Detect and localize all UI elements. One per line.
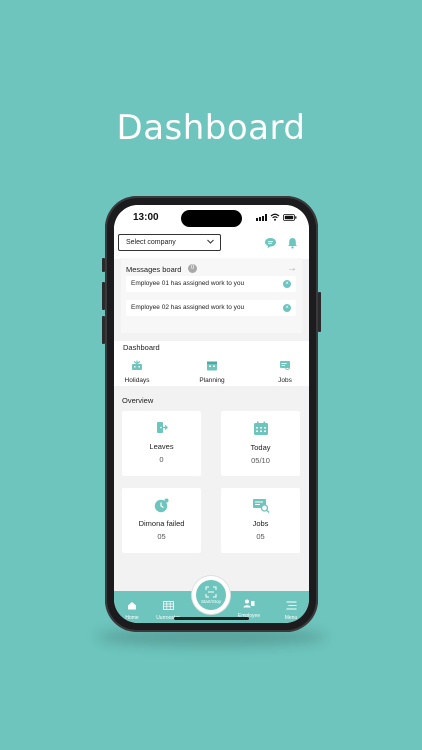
overview-card-value: 05 bbox=[256, 532, 265, 541]
overview-card-icon-wrap bbox=[221, 498, 300, 518]
wifi-icon bbox=[270, 213, 280, 221]
overview-card-icon-wrap bbox=[122, 421, 201, 439]
home-indicator bbox=[174, 617, 249, 620]
chevron-down-icon bbox=[207, 239, 214, 244]
overview-card-title: Leaves bbox=[149, 442, 174, 451]
calendar-icon bbox=[253, 421, 268, 435]
power-button bbox=[318, 292, 321, 332]
start-stop-button[interactable]: Start/Stop bbox=[192, 576, 230, 614]
overview-card-value: 0 bbox=[159, 455, 164, 464]
dashboard-item-jobs[interactable]: Jobs bbox=[274, 358, 296, 384]
jobs-icon bbox=[280, 361, 290, 370]
home-icon bbox=[128, 602, 136, 610]
overview-card-dimona-failed[interactable]: Dimona failed 05 bbox=[122, 488, 201, 553]
dashboard-item-planning[interactable]: Planning bbox=[197, 358, 227, 384]
overview-card-leaves[interactable]: Leaves 0 bbox=[122, 411, 201, 476]
promo-title: Dashboard bbox=[116, 108, 306, 148]
overview-card-icon-wrap bbox=[221, 421, 300, 441]
company-select-value: Select company bbox=[126, 239, 176, 246]
message-text: Employee 01 has assigned work to you bbox=[131, 280, 245, 287]
scan-icon bbox=[205, 586, 217, 598]
bell-icon[interactable] bbox=[287, 237, 298, 249]
dashboard-item-label: Planning bbox=[199, 377, 225, 384]
status-time: 13:00 bbox=[133, 212, 159, 223]
job-search-icon bbox=[252, 499, 270, 514]
planning-icon bbox=[207, 361, 217, 371]
overview-card-title: Jobs bbox=[252, 519, 269, 528]
dashboard-title: Dashboard bbox=[123, 343, 160, 352]
dynamic-island bbox=[181, 210, 242, 227]
messages-count-badge: 0 bbox=[188, 264, 197, 273]
start-stop-label: Start/Stop bbox=[200, 599, 221, 604]
messages-board-card: Messages board 0 → Employee 01 has assig… bbox=[121, 258, 302, 333]
overview-card-title: Dimona failed bbox=[138, 519, 185, 528]
arrow-right-icon[interactable]: → bbox=[287, 263, 297, 274]
volume-up-button bbox=[102, 282, 105, 310]
close-icon[interactable]: × bbox=[283, 304, 291, 312]
volume-down-button bbox=[102, 316, 105, 344]
status-bar: 13:00 bbox=[114, 205, 309, 231]
dashboard-section: Dashboard Holidays Planning Jobs bbox=[114, 341, 309, 386]
clock-icon bbox=[154, 498, 169, 513]
dashboard-item-holidays[interactable]: Holidays bbox=[123, 358, 151, 384]
nav-item-home[interactable]: Home bbox=[121, 597, 143, 621]
nav-item-label: Menu bbox=[284, 615, 298, 621]
nav-item-menu[interactable]: Menu bbox=[281, 597, 301, 621]
holidays-icon bbox=[132, 360, 142, 370]
overview-title: Overview bbox=[122, 396, 154, 405]
dashboard-item-label: Holidays bbox=[124, 377, 150, 384]
leaves-icon bbox=[157, 422, 168, 433]
nav-item-employee[interactable]: Employee bbox=[234, 595, 264, 619]
close-icon[interactable]: × bbox=[283, 280, 291, 288]
signal-icon bbox=[256, 214, 267, 221]
schedule-icon bbox=[162, 601, 174, 610]
employee-icon bbox=[243, 599, 255, 608]
overview-card-icon-wrap bbox=[122, 498, 201, 518]
app-header: Select company bbox=[114, 231, 309, 259]
overview-card-title: Today bbox=[250, 443, 271, 452]
status-icons bbox=[256, 213, 297, 221]
start-stop-button-inner: Start/Stop bbox=[196, 580, 226, 610]
message-item[interactable]: Employee 02 has assigned work to you × bbox=[126, 300, 296, 316]
overview-card-today[interactable]: Today 05/10 bbox=[221, 411, 300, 476]
chat-icon[interactable] bbox=[264, 237, 277, 249]
overview-card-value: 05/10 bbox=[251, 456, 270, 465]
message-item[interactable]: Employee 01 has assigned work to you × bbox=[126, 276, 296, 292]
message-text: Employee 02 has assigned work to you bbox=[131, 304, 245, 311]
overview-card-jobs[interactable]: Jobs 05 bbox=[221, 488, 300, 553]
app-screen: 13:00 Select company Messages board 0 → … bbox=[114, 205, 309, 623]
messages-board-title: Messages board bbox=[126, 265, 182, 274]
silent-switch bbox=[102, 258, 105, 272]
overview-card-value: 05 bbox=[157, 532, 166, 541]
company-select[interactable]: Select company bbox=[118, 234, 221, 251]
menu-icon bbox=[286, 601, 296, 610]
nav-item-label: Home bbox=[125, 615, 139, 621]
dashboard-item-label: Jobs bbox=[278, 377, 292, 384]
phone-frame: 13:00 Select company Messages board 0 → … bbox=[102, 196, 321, 632]
battery-icon bbox=[283, 214, 297, 221]
